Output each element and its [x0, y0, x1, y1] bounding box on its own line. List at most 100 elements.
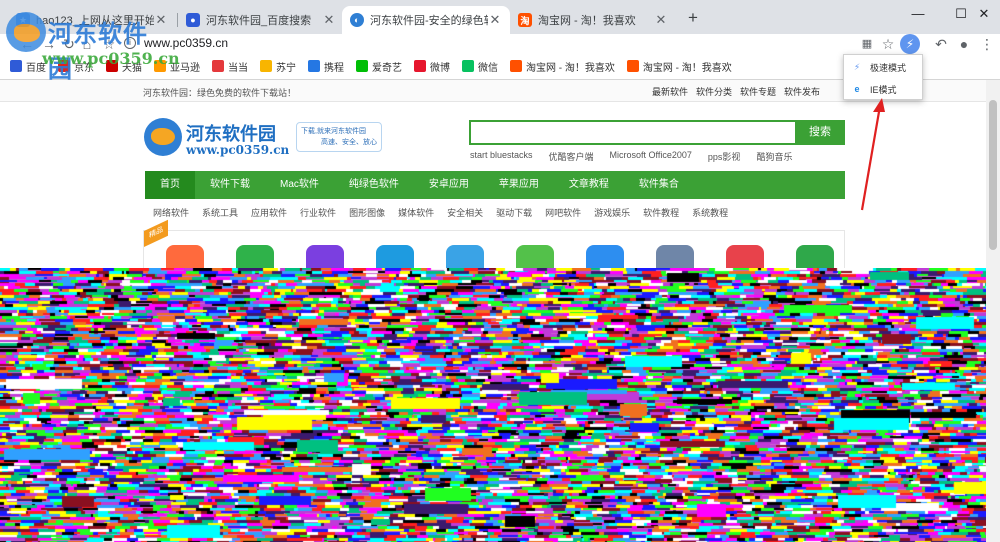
close-icon[interactable]: ✕	[322, 12, 336, 28]
tab-hedong-active[interactable]: ◐ 河东软件园-安全的绿色软件下载 ✕	[342, 6, 510, 34]
featured-ribbon: 精品	[144, 219, 168, 247]
bookmark-item[interactable]: 爱奇艺	[356, 59, 402, 74]
back-icon[interactable]: ←	[18, 35, 36, 53]
minimize-button[interactable]: —	[895, 0, 941, 30]
bookmark-label: 当当	[228, 62, 248, 74]
site-slogan: 下载,就来河东软件园 高速、安全、放心	[296, 122, 382, 152]
close-icon[interactable]: ✕	[654, 12, 668, 28]
search-input[interactable]	[469, 120, 797, 145]
hot-word-link[interactable]: 酷狗音乐	[756, 150, 792, 163]
bookmark-item[interactable]: 淘宝网 - 淘！我喜欢	[510, 59, 615, 74]
reload-icon[interactable]: ↻	[60, 35, 78, 53]
taobao-icon	[626, 60, 639, 72]
nav-item[interactable]: Mac软件	[265, 171, 334, 199]
address-bar[interactable]: i www.pc0359.cn	[124, 34, 844, 52]
account-icon[interactable]: ●	[955, 35, 973, 53]
hot-word-link[interactable]: start bluestacks	[470, 150, 533, 163]
category-link[interactable]: 行业软件	[300, 206, 336, 219]
tab-taobao[interactable]: 淘 淘宝网 - 淘！我喜欢 ✕	[510, 6, 676, 34]
featured-apps-panel: 精品	[143, 219, 845, 271]
bookmark-item[interactable]: 携程	[308, 59, 344, 74]
tab-hao123[interactable]: ★ hao123_上网从这里开始 ✕	[8, 6, 176, 34]
nav-item[interactable]: 文章教程	[554, 171, 624, 199]
home-icon[interactable]: ⌂	[78, 35, 96, 53]
tab-baidu-search[interactable]: ● 河东软件园_百度搜索 ✕	[178, 6, 344, 34]
bookmark-item[interactable]: 百度	[10, 59, 46, 74]
jd-icon	[58, 60, 70, 72]
top-link[interactable]: 最新软件	[652, 85, 688, 98]
category-link[interactable]: 系统教程	[692, 206, 728, 219]
web-page: 河东软件园：绿色免费的软件下载站！ 最新软件 软件分类 软件专题 软件发布 河东软件园…	[0, 80, 986, 542]
menu-item-speed-mode[interactable]: ⚡ 极速模式	[844, 56, 922, 78]
info-icon[interactable]: i	[124, 37, 136, 49]
undo-icon[interactable]: ↶	[932, 35, 950, 53]
taobao-icon	[510, 60, 522, 72]
bookmark-item[interactable]: 京东	[58, 59, 94, 74]
category-link[interactable]: 安全相关	[447, 206, 483, 219]
bookmark-item[interactable]: 微信	[462, 59, 498, 74]
menu-item-ie-mode[interactable]: e IE模式	[844, 78, 922, 100]
star-icon[interactable]: ☆	[100, 35, 118, 53]
category-link[interactable]: 媒体软件	[398, 206, 434, 219]
close-icon[interactable]: ✕	[154, 12, 168, 28]
slogan-line: 下载,就来河东软件园	[301, 128, 366, 135]
wechat-icon	[462, 60, 474, 72]
bookmark-label: 亚马逊	[170, 62, 200, 74]
bookmark-label: 天猫	[122, 62, 142, 74]
url-text: www.pc0359.cn	[144, 36, 229, 50]
top-link[interactable]: 软件专题	[740, 85, 776, 98]
site-top-bar: 河东软件园：绿色免费的软件下载站！ 最新软件 软件分类 软件专题 软件发布	[0, 80, 986, 102]
bookmark-star-icon[interactable]: ☆	[879, 35, 897, 53]
bookmark-item[interactable]: 天猫	[106, 59, 142, 74]
bookmark-item[interactable]: 淘宝网 - 淘！我喜欢	[626, 59, 732, 74]
nav-item[interactable]: 软件集合	[624, 171, 694, 199]
hot-word-link[interactable]: 优酷客户端	[549, 150, 594, 163]
top-link[interactable]: 软件发布	[784, 85, 820, 98]
ctrip-icon	[308, 60, 320, 72]
tab-title: hao123_上网从这里开始	[36, 15, 154, 27]
search-button[interactable]: 搜索	[795, 120, 845, 145]
bookmark-item[interactable]: 当当	[212, 59, 248, 74]
nav-item[interactable]: 软件下载	[195, 171, 265, 199]
forward-icon[interactable]: →	[40, 35, 58, 53]
bookmark-label: 微博	[430, 62, 450, 74]
slogan-line: 高速、安全、放心	[321, 139, 377, 146]
category-link[interactable]: 系统工具	[202, 206, 238, 219]
nav-item[interactable]: 纯绿色软件	[334, 171, 414, 199]
nav-item[interactable]: 安卓应用	[414, 171, 484, 199]
category-nav: 网络软件 系统工具 应用软件 行业软件 图形图像 媒体软件 安全相关 驱动下载 网吧软件 游戏娱乐…	[153, 206, 741, 219]
category-link[interactable]: 应用软件	[251, 206, 287, 219]
category-link[interactable]: 网络软件	[153, 206, 189, 219]
category-link[interactable]: 软件教程	[643, 206, 679, 219]
flash-mode-icon[interactable]: ⚡	[900, 34, 920, 54]
tab-title: 淘宝网 - 淘！我喜欢	[538, 15, 636, 27]
category-link[interactable]: 网吧软件	[545, 206, 581, 219]
bookmark-label: 苏宁	[276, 62, 296, 74]
bookmark-item[interactable]: 苏宁	[260, 59, 296, 74]
taobao-icon: 淘	[518, 13, 532, 27]
logo-icon	[144, 118, 182, 156]
top-link[interactable]: 软件分类	[696, 85, 732, 98]
nav-item[interactable]: 苹果应用	[484, 171, 554, 199]
bookmark-item[interactable]: 亚马逊	[154, 59, 200, 74]
bookmark-item[interactable]: 微博	[414, 59, 450, 74]
flash-icon: ⚡	[853, 62, 861, 72]
category-link[interactable]: 游戏娱乐	[594, 206, 630, 219]
hot-word-link[interactable]: pps影视	[708, 150, 741, 163]
new-tab-button[interactable]: +	[683, 9, 703, 29]
menu-icon[interactable]: ⋮	[978, 35, 996, 53]
category-link[interactable]: 驱动下载	[496, 206, 532, 219]
apps-icon[interactable]: ▦	[858, 35, 876, 53]
hot-word-link[interactable]: Microsoft Office2007	[610, 150, 692, 163]
window-close-button[interactable]: ✕	[961, 0, 1000, 30]
scrollbar-thumb[interactable]	[989, 100, 997, 250]
page-scrollbar[interactable]	[986, 80, 1000, 542]
tab-title: 河东软件园_百度搜索	[206, 15, 312, 27]
amazon-icon	[154, 60, 166, 72]
close-icon[interactable]: ✕	[488, 12, 502, 28]
menu-item-label: IE模式	[870, 84, 897, 95]
tab-title: 河东软件园-安全的绿色软件下载	[370, 15, 488, 27]
nav-item[interactable]: 首页	[145, 171, 195, 199]
category-link[interactable]: 图形图像	[349, 206, 385, 219]
site-logo[interactable]: 河东软件园 www.pc0359.cn	[142, 118, 289, 160]
